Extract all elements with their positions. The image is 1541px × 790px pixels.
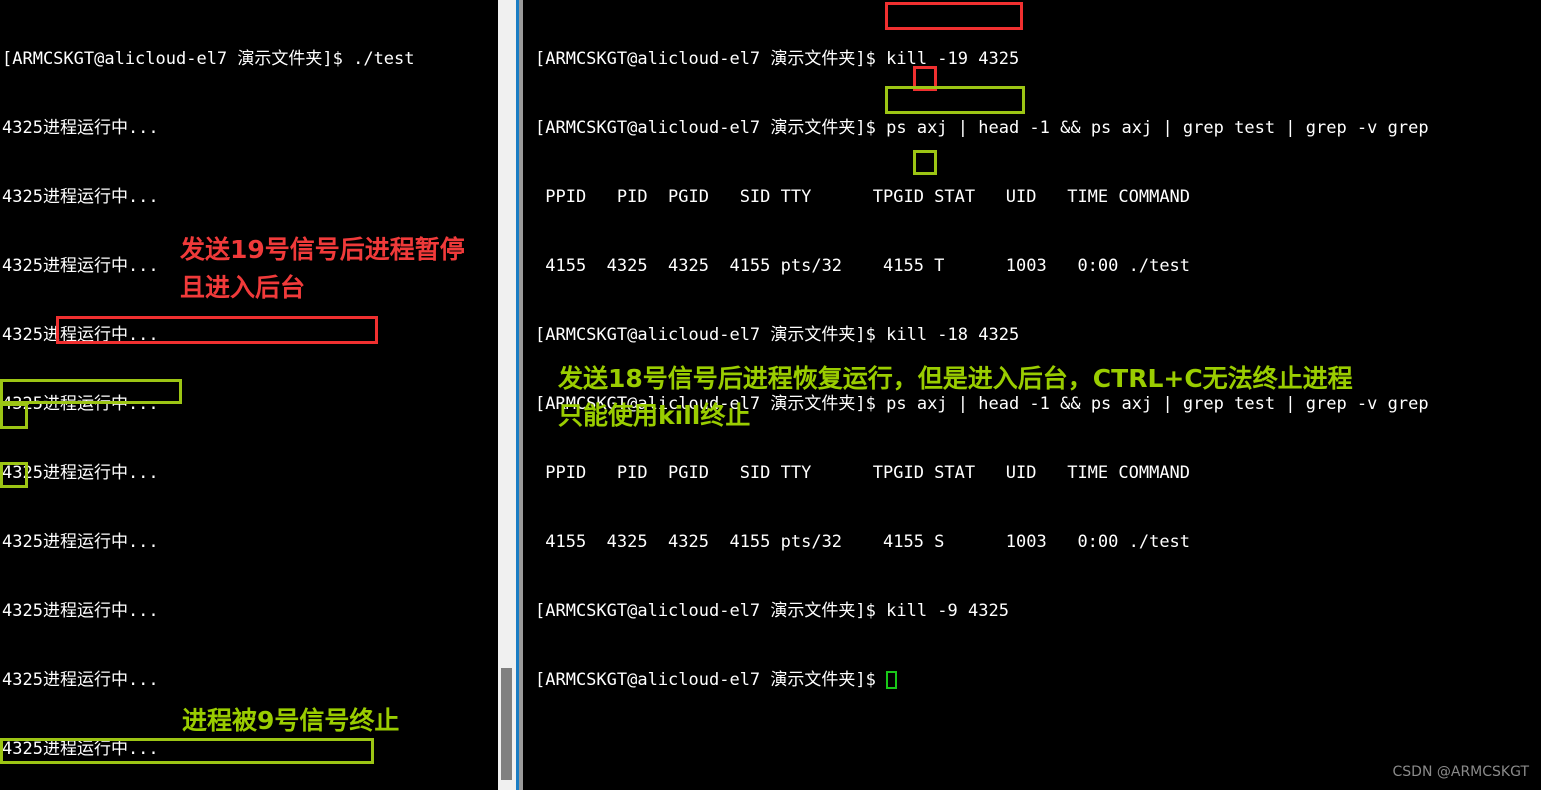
pane-divider-gutter	[498, 0, 523, 790]
annotation-resume-signal-line2: 只能使用kill终止	[558, 401, 751, 430]
terminal-line: 4325进程运行中...	[2, 532, 159, 552]
terminal-cursor	[886, 671, 898, 689]
terminal-line: [ARMCSKGT@alicloud-el7 演示文件夹]$ ./test	[2, 49, 415, 69]
ps-data-row-stopped: 4155 4325 4325 4155 pts/32 4155 T 1003 0…	[535, 256, 1191, 276]
command-line-ps-1: [ARMCSKGT@alicloud-el7 演示文件夹]$ ps axj | …	[535, 117, 1541, 140]
terminal-line: 4325进程运行中...	[2, 325, 159, 345]
command-text: ps axj | head -1 && ps axj | grep test |…	[886, 394, 1429, 414]
command-text: kill -18 4325	[886, 325, 1020, 345]
prompt-text: [ARMCSKGT@alicloud-el7 演示文件夹]$	[535, 325, 876, 345]
terminal-line: 4325进程运行中...	[2, 601, 159, 621]
prompt-text: [ARMCSKGT@alicloud-el7 演示文件夹]$	[535, 601, 876, 621]
annotation-resume-signal-line1: 发送18号信号后进程恢复运行，但是进入后台，CTRL+C无法终止进程	[558, 364, 1353, 393]
terminal-line: 4325进程运行中...	[2, 463, 159, 483]
shell-prompt-line: [ARMCSKGT@alicloud-el7 演示文件夹]$	[535, 669, 1541, 692]
ps-data-row-sleeping: 4155 4325 4325 4155 pts/32 4155 S 1003 0…	[535, 532, 1191, 552]
terminal-line: 4325进程运行中...	[2, 118, 159, 138]
annotation-stop-signal-line1: 发送19号信号后进程暂停	[180, 235, 465, 264]
command-line-kill9: [ARMCSKGT@alicloud-el7 演示文件夹]$ kill -9 4…	[535, 600, 1541, 623]
ps-header-row: PPID PID PGID SID TTY TPGID STAT UID TIM…	[535, 187, 1191, 207]
prompt-text: [ARMCSKGT@alicloud-el7 演示文件夹]$	[535, 670, 876, 690]
command-text: ps axj | head -1 && ps axj | grep test |…	[886, 118, 1429, 138]
prompt-text: [ARMCSKGT@alicloud-el7 演示文件夹]$	[535, 118, 876, 138]
command-text: kill -9 4325	[886, 601, 1009, 621]
terminal-line: 4325进程运行中...	[2, 394, 159, 414]
prompt-text: [ARMCSKGT@alicloud-el7 演示文件夹]$	[535, 49, 876, 69]
right-terminal-pane[interactable]: [ARMCSKGT@alicloud-el7 演示文件夹]$ kill -19 …	[523, 0, 1541, 790]
command-line-kill19: [ARMCSKGT@alicloud-el7 演示文件夹]$ kill -19 …	[535, 48, 1541, 71]
scrollbar-thumb[interactable]	[501, 668, 512, 780]
annotation-stop-signal-line2: 且进入后台	[180, 273, 306, 302]
ps-header-row: PPID PID PGID SID TTY TPGID STAT UID TIM…	[535, 463, 1191, 483]
terminal-line: 4325进程运行中...	[2, 187, 159, 207]
command-text: kill -19 4325	[886, 49, 1020, 69]
annotation-kill-signal: 进程被9号信号终止	[182, 706, 400, 735]
command-line-kill18: [ARMCSKGT@alicloud-el7 演示文件夹]$ kill -18 …	[535, 324, 1541, 347]
terminal-line: 4325进程运行中...	[2, 670, 159, 690]
left-terminal-output: [ARMCSKGT@alicloud-el7 演示文件夹]$ ./test 43…	[0, 0, 498, 790]
scrollbar-track[interactable]	[498, 0, 515, 790]
terminal-line: 4325进程运行中...	[2, 739, 159, 759]
csdn-watermark: CSDN @ARMCSKGT	[1392, 764, 1530, 780]
left-terminal-pane[interactable]: [ARMCSKGT@alicloud-el7 演示文件夹]$ ./test 43…	[0, 0, 498, 790]
